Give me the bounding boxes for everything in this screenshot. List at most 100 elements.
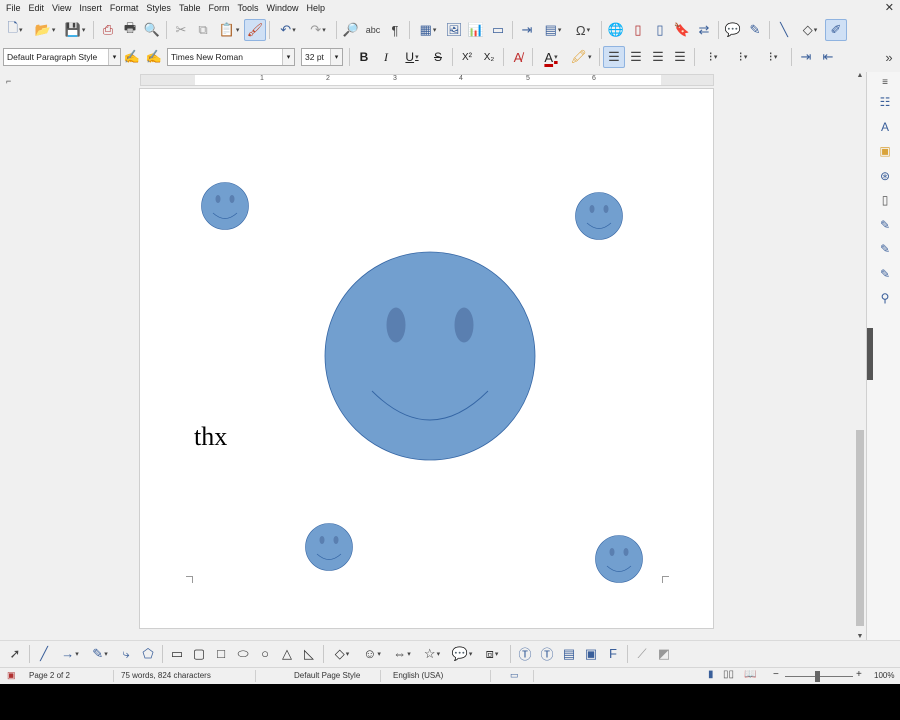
scroll-down-icon[interactable]: ▼ <box>854 633 866 640</box>
paragraph-style-select[interactable]: Default Paragraph Style ▾ <box>3 48 121 66</box>
smiley-shape-large-center[interactable] <box>324 251 536 461</box>
spelling-icon[interactable]: abc <box>362 19 384 41</box>
page-style-indicator[interactable]: Default Page Style <box>294 671 360 680</box>
superscript-button[interactable]: X² <box>456 46 478 68</box>
toggle-extrusion-icon[interactable]: ◩ <box>653 643 675 665</box>
cross-reference-icon[interactable]: ⇄ <box>693 19 715 41</box>
increase-indent-icon[interactable]: ⇥ <box>795 46 817 68</box>
lines-arrows-icon[interactable]: → <box>55 643 85 665</box>
print-preview-icon[interactable]: 🔍 <box>141 19 163 41</box>
horizontal-ruler[interactable]: 1 2 3 4 5 6 <box>140 74 714 86</box>
save-icon[interactable]: 💾 <box>60 19 90 41</box>
word-count[interactable]: 75 words, 824 characters <box>121 671 211 680</box>
strikethrough-button[interactable]: S <box>427 46 449 68</box>
menu-form[interactable]: Form <box>204 3 233 13</box>
font-name-select[interactable]: Times New Roman ▾ <box>167 48 295 66</box>
font-size-select[interactable]: 32 pt ▾ <box>301 48 343 66</box>
insert-line-icon[interactable]: ╱ <box>33 643 55 665</box>
print-icon[interactable]: 🖶 <box>119 19 141 41</box>
square-icon[interactable]: □ <box>210 643 232 665</box>
cut-icon[interactable]: ✂ <box>170 19 192 41</box>
align-right-icon[interactable]: ☰ <box>647 46 669 68</box>
subscript-button[interactable]: X₂ <box>478 46 500 68</box>
underline-button[interactable]: U <box>397 46 427 68</box>
symbol-shapes-icon[interactable]: ☺ <box>357 643 387 665</box>
close-document-icon[interactable]: ✕ <box>885 1 894 14</box>
italic-button[interactable]: I <box>375 46 397 68</box>
stars-icon[interactable]: ☆ <box>417 643 447 665</box>
book-view-icon[interactable]: 📖 <box>744 669 756 680</box>
insert-frame-icon[interactable]: ▣ <box>580 643 602 665</box>
chevron-down-icon[interactable]: ▾ <box>282 49 294 65</box>
insert-chart-icon[interactable]: 📊 <box>465 19 487 41</box>
menu-format[interactable]: Format <box>106 3 143 13</box>
zoom-out-button[interactable]: − <box>773 669 779 680</box>
single-page-view-icon[interactable]: ▮ <box>708 669 714 680</box>
formatting-marks-icon[interactable]: ¶ <box>384 19 406 41</box>
align-center-icon[interactable]: ☰ <box>625 46 647 68</box>
sidebar-menu-icon[interactable]: ≡ <box>877 74 893 90</box>
document-page[interactable]: thx <box>139 88 714 629</box>
more-options-icon[interactable]: » <box>878 46 900 68</box>
find-replace-icon[interactable]: 🔎 <box>340 19 362 41</box>
redo-icon[interactable]: ↷ <box>303 19 333 41</box>
clone-formatting-icon[interactable]: 🖌 <box>244 19 266 41</box>
clear-formatting-icon[interactable]: A̸ <box>507 46 529 68</box>
tab-stop-selector-icon[interactable]: ⌐ <box>6 76 11 86</box>
smiley-shape-small-top-right[interactable] <box>575 192 623 240</box>
document-modified-icon[interactable]: ▣ <box>7 670 16 681</box>
menu-help[interactable]: Help <box>302 3 329 13</box>
update-style-icon[interactable]: ✍ <box>121 46 143 68</box>
scrollbar-thumb[interactable] <box>856 430 864 626</box>
chevron-down-icon[interactable]: ▾ <box>108 49 120 65</box>
insert-table-icon[interactable]: ▦ <box>413 19 443 41</box>
points-icon[interactable]: ⟋ <box>631 643 653 665</box>
open-folder-icon[interactable]: 📂 <box>30 19 60 41</box>
vertical-text-icon[interactable]: Ⓣ <box>536 643 558 665</box>
highlight-color-icon[interactable]: 🖍 <box>566 46 596 68</box>
block-arrows-icon[interactable]: ⇔ <box>387 643 417 665</box>
page-indicator[interactable]: Page 2 of 2 <box>29 671 70 680</box>
ellipse-icon[interactable]: ⬭ <box>232 643 254 665</box>
insert-textbox-icon[interactable]: ▤ <box>558 643 580 665</box>
basic-shapes-icon[interactable]: ◇ <box>327 643 357 665</box>
menu-file[interactable]: File <box>2 3 25 13</box>
show-draw-functions-icon[interactable]: ✐ <box>825 19 847 41</box>
zoom-in-button[interactable]: + <box>856 669 862 680</box>
endnote-icon[interactable]: ▯ <box>649 19 671 41</box>
basic-shapes-icon[interactable]: ◇ <box>795 19 825 41</box>
smiley-shape-small-top-left[interactable] <box>201 182 249 230</box>
outline-list-icon[interactable]: ⁝ <box>758 46 788 68</box>
menu-edit[interactable]: Edit <box>25 3 49 13</box>
justify-icon[interactable]: ☰ <box>669 46 691 68</box>
fontwork-icon[interactable]: F <box>602 643 624 665</box>
circle-icon[interactable]: ○ <box>254 643 276 665</box>
footnote-icon[interactable]: ▯ <box>627 19 649 41</box>
zoom-slider-handle[interactable] <box>815 671 820 682</box>
decrease-indent-icon[interactable]: ⇤ <box>817 46 839 68</box>
design-icon[interactable]: ✎ <box>877 266 893 282</box>
insert-field-icon[interactable]: ▤ <box>538 19 568 41</box>
select-pointer-icon[interactable]: ➚ <box>4 643 26 665</box>
menu-table[interactable]: Table <box>175 3 205 13</box>
rectangle-icon[interactable]: ▭ <box>166 643 188 665</box>
zoom-level[interactable]: 100% <box>874 671 894 680</box>
sidebar-collapse-handle[interactable] <box>867 328 873 380</box>
menu-styles[interactable]: Styles <box>142 3 175 13</box>
callouts-icon[interactable]: 💬 <box>447 643 477 665</box>
bold-button[interactable]: B <box>353 46 375 68</box>
language-indicator[interactable]: English (USA) <box>393 671 443 680</box>
bookmark-icon[interactable]: 🔖 <box>671 19 693 41</box>
properties-icon[interactable]: ☷ <box>877 94 893 110</box>
insert-text-icon[interactable]: Ⓣ <box>514 643 536 665</box>
document-area[interactable]: thx <box>0 88 854 640</box>
vertical-scrollbar[interactable]: ▲ ▼ <box>854 72 866 640</box>
selection-mode-icon[interactable]: ▭ <box>510 670 519 681</box>
page-break-icon[interactable]: ⇥ <box>516 19 538 41</box>
align-left-icon[interactable]: ☰ <box>603 46 625 68</box>
polygon-icon[interactable]: ⬠ <box>137 643 159 665</box>
styles-icon[interactable]: A <box>877 119 893 135</box>
paste-icon[interactable]: 📋 <box>214 19 244 41</box>
find-icon[interactable]: ⚲ <box>877 290 893 306</box>
connector-icon[interactable]: ⤷ <box>115 643 137 665</box>
